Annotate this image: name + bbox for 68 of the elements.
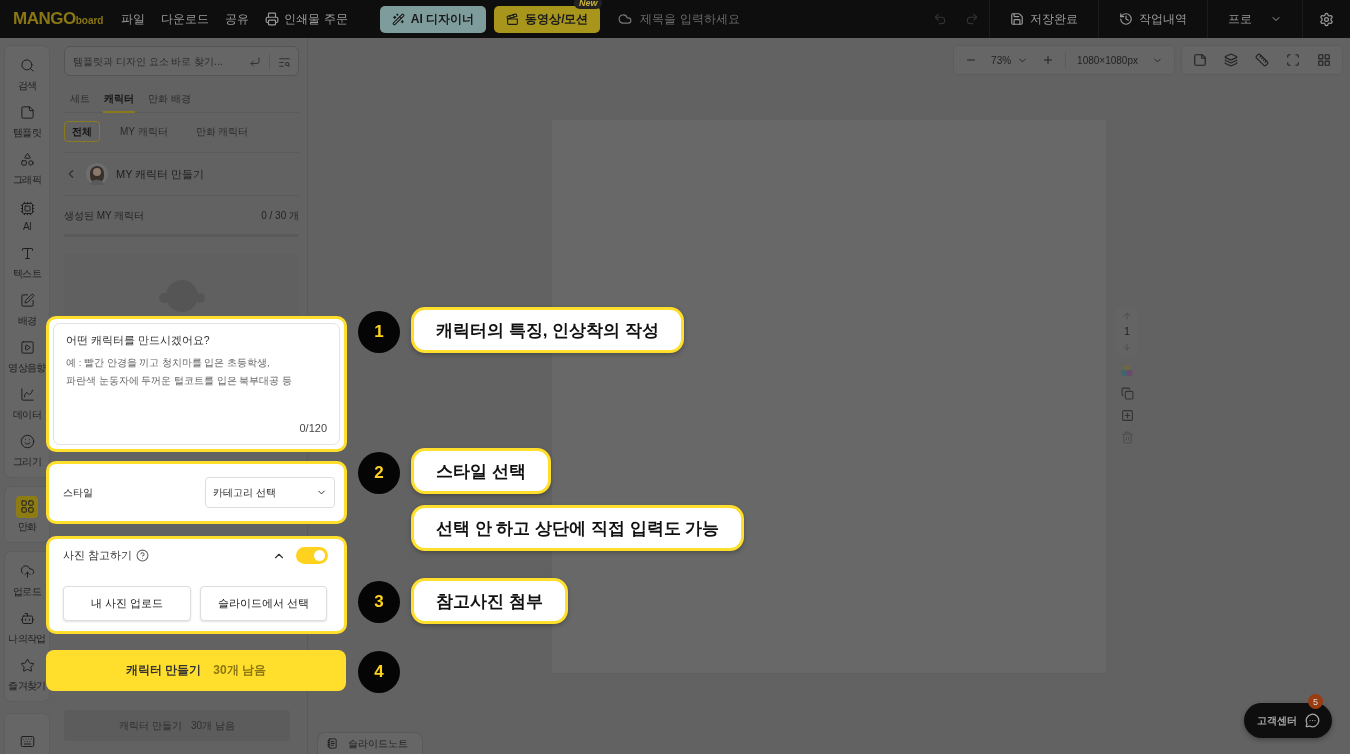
step-number: 2 xyxy=(358,452,400,494)
sidebar-item[interactable]: 텍스트 xyxy=(5,239,49,284)
add-page-icon[interactable] xyxy=(1120,409,1134,422)
menu-item[interactable]: 공유 xyxy=(225,10,250,28)
prompt-title: 어떤 캐릭터를 만드시겠어요? xyxy=(66,334,211,348)
printer-icon xyxy=(265,12,280,26)
sidebar-item[interactable]: 나의작업 xyxy=(5,604,49,649)
sidebar-item[interactable]: 데이터 xyxy=(5,380,49,425)
menu-item[interactable]: 다운로드 xyxy=(161,10,210,28)
filter-chip[interactable]: 전체 xyxy=(64,121,100,142)
plus-icon xyxy=(1042,54,1055,66)
enter-icon[interactable] xyxy=(249,56,261,68)
callout: 선택 안 하고 상단에 직접 입력도 가능 xyxy=(411,505,745,551)
save-status-button[interactable]: 저장완료 xyxy=(990,0,1098,38)
magic-wand-icon xyxy=(391,12,405,26)
sidebar-item[interactable]: 검색 xyxy=(5,51,49,96)
zoom-dropdown[interactable]: 73% xyxy=(988,51,1032,69)
sidebar-item[interactable]: 그래픽 xyxy=(5,145,49,190)
category-select[interactable]: 카테고리 선택 xyxy=(205,477,335,508)
video-motion-button[interactable]: 동영상/모션 xyxy=(494,5,601,33)
callout: 참고사진 첨부 xyxy=(411,578,568,624)
prompt-field[interactable]: 어떤 캐릭터를 만드시겠어요? 예 : 빨간 안경을 끼고 청치마를 입은 초등학생, 파란색 눈동자에 두꺼운 털코트를 입은 북부대공 등 0/120 xyxy=(53,323,340,445)
title-field[interactable]: 제목을 입력하세요 xyxy=(640,10,740,28)
toggle-switch[interactable] xyxy=(296,547,328,564)
step-number: 1 xyxy=(358,311,400,353)
menu-item[interactable]: 파일 xyxy=(121,10,146,28)
ai-designer-button[interactable]: AI 디자이너 xyxy=(379,5,487,33)
prompt-input[interactable]: 예 : 빨간 안경을 끼고 청치마를 입은 초등학생, 파란색 눈동자에 두꺼운 털코트를 입은 북부대공 등 xyxy=(66,354,327,422)
char-counter: 0/120 xyxy=(299,422,327,434)
color-circles-icon[interactable] xyxy=(1120,364,1134,378)
step-number: 4 xyxy=(358,651,400,693)
sidebar-item[interactable]: 그리기 xyxy=(5,427,49,472)
callout: 캐릭터의 특징, 인상착의 작성 xyxy=(411,307,684,353)
callout: 스타일 선택 xyxy=(411,448,551,494)
cloud-icon xyxy=(618,12,633,26)
sidebar-item[interactable]: 즐겨찾기 xyxy=(5,651,49,696)
menu-item[interactable]: 인쇄물 주문 xyxy=(265,10,348,28)
plan-dropdown[interactable]: 프로 xyxy=(1208,0,1302,38)
sidebar-item[interactable]: AI xyxy=(5,192,49,237)
save-icon xyxy=(1010,12,1024,26)
help-icon[interactable] xyxy=(135,549,149,562)
style-label: 스타일 xyxy=(63,485,93,500)
create-character-button[interactable]: 캐릭터 만들기 30개 남음 xyxy=(46,650,346,691)
history-icon xyxy=(1119,12,1133,26)
section-title: MY 캐릭터 만들기 xyxy=(116,166,205,182)
text-search-icon[interactable] xyxy=(278,55,291,69)
photo-source-button[interactable]: 슬라이드에서 선택 xyxy=(199,586,327,621)
photo-reference-label: 사진 참고하기 xyxy=(63,548,132,563)
sidebar-item[interactable]: 템플릿 xyxy=(5,98,49,143)
redo-icon xyxy=(965,12,980,26)
sidebar-item[interactable]: 배경 xyxy=(5,286,49,331)
size-dropdown[interactable]: 1080×1080px xyxy=(1074,51,1166,69)
step-number: 3 xyxy=(358,581,400,623)
sidebar-item[interactable]: 업로드 xyxy=(5,557,49,602)
new-badge: New xyxy=(573,0,603,9)
sidebar-item[interactable]: 영상음향 xyxy=(5,333,49,378)
settings-icon xyxy=(1319,11,1334,27)
tab[interactable]: 캐릭터 xyxy=(103,92,135,113)
page-number: 1 xyxy=(1124,326,1130,337)
chat-icon xyxy=(1304,713,1320,728)
slide-note-tab[interactable]: 슬라이드노트 xyxy=(317,732,423,754)
undo-icon xyxy=(933,12,948,26)
clapperboard-icon xyxy=(506,12,520,26)
history-button[interactable]: 작업내역 xyxy=(1099,0,1207,38)
copy-icon[interactable] xyxy=(1120,387,1134,400)
notebook-icon xyxy=(327,738,338,749)
logo[interactable]: MANGOboard xyxy=(13,9,104,29)
photo-source-button[interactable]: 내 사진 업로드 xyxy=(63,586,191,621)
